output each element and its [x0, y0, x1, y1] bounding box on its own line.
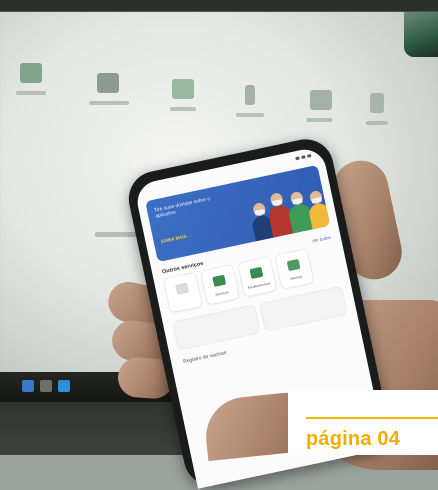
info-card[interactable]	[259, 286, 347, 332]
monitor-app-icons	[0, 55, 438, 145]
banner-cta-link[interactable]: SAIBA MAIS →	[160, 232, 192, 244]
service-label	[169, 296, 200, 303]
monitor-app-label	[236, 113, 264, 117]
monitor-app-label	[170, 107, 196, 111]
service-tile-vacinas[interactable]: Vacinas	[275, 248, 314, 289]
info-card[interactable]	[172, 305, 260, 350]
monitor-app-label	[16, 91, 46, 95]
taskbar-icon	[40, 380, 52, 392]
monitor-app-label	[366, 121, 388, 125]
pill-icon	[249, 266, 264, 280]
battery-icon	[306, 153, 312, 158]
service-label: Medicamentos	[247, 281, 271, 290]
service-tile-medicamentos[interactable]: Medicamentos	[238, 256, 277, 297]
service-label: Serviços	[214, 290, 229, 297]
wifi-icon	[300, 154, 306, 159]
document-icon	[175, 282, 189, 295]
monitor-app-label	[306, 118, 332, 122]
badge-accent-rule	[306, 417, 438, 419]
monitor-bezel	[0, 0, 438, 12]
monitor-avatar	[404, 12, 438, 57]
service-tile-document[interactable]	[163, 272, 203, 313]
monitor-app-icon	[172, 79, 194, 99]
grid-icon	[212, 274, 227, 287]
monitor-app-label	[89, 101, 129, 105]
service-label: Vacinas	[289, 274, 303, 281]
monitor-app-icon	[245, 85, 255, 105]
monitor-app-icon	[97, 73, 119, 93]
see-all-link[interactable]: Ver todos	[311, 234, 331, 243]
taskbar-icon	[22, 380, 34, 392]
status-icons	[295, 153, 312, 160]
service-tile-servicos[interactable]: Serviços	[200, 264, 240, 305]
monitor-app-icon	[310, 90, 332, 110]
page-number-label: página 04	[306, 428, 401, 450]
signal-icon	[295, 155, 300, 160]
monitor-app-icon	[20, 63, 42, 83]
taskbar-icon	[58, 380, 70, 392]
page-number-badge: página 04	[288, 390, 438, 455]
vaccine-icon	[286, 258, 301, 272]
illustration-person	[307, 189, 331, 230]
monitor-app-icon	[370, 93, 384, 113]
banner-title: Tire suas dúvidas sobre o aplicativo	[153, 195, 211, 220]
